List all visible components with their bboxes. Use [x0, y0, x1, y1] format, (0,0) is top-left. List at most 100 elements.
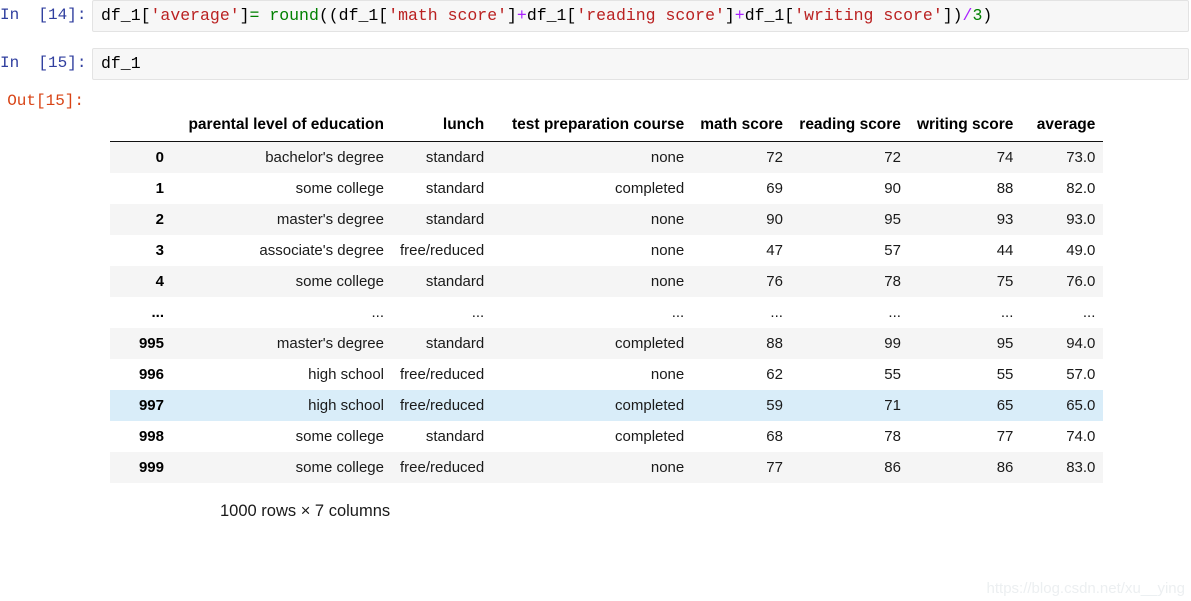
dataframe-shape-summary: 1000 rows × 7 columns [110, 483, 1191, 521]
table-cell: 90 [791, 173, 909, 204]
table-cell: 93 [909, 204, 1021, 235]
row-index-cell: 4 [110, 266, 172, 297]
column-header-reading-score: reading score [791, 116, 909, 142]
table-cell: ... [791, 297, 909, 328]
code-token: df_1[ [527, 6, 577, 25]
row-index-cell: ... [110, 297, 172, 328]
code-token: ) [982, 6, 992, 25]
table-cell: standard [392, 142, 492, 174]
table-cell: 68 [692, 421, 791, 452]
table-cell: 72 [791, 142, 909, 174]
code-token-string: 'writing score' [794, 6, 943, 25]
table-cell: some college [172, 173, 392, 204]
code-token-string: 'reading score' [576, 6, 725, 25]
table-row: 995master's degreestandardcompleted88999… [110, 328, 1103, 359]
table-cell: 71 [791, 390, 909, 421]
code-token-string: 'math score' [388, 6, 507, 25]
table-cell: completed [492, 328, 692, 359]
code-editor-14[interactable]: df_1['average']= round((df_1['math score… [92, 0, 1189, 32]
table-cell: standard [392, 173, 492, 204]
table-cell: 78 [791, 421, 909, 452]
table-row: 1some collegestandardcompleted69908882.0 [110, 173, 1103, 204]
table-cell: 69 [692, 173, 791, 204]
table-cell: none [492, 359, 692, 390]
table-cell: 88 [909, 173, 1021, 204]
table-cell: some college [172, 452, 392, 483]
code-line-15: df_1 [101, 54, 1180, 74]
table-row: 3associate's degreefree/reducednone47574… [110, 235, 1103, 266]
code-token: ] [507, 6, 517, 25]
table-cell: 74.0 [1021, 421, 1103, 452]
code-token: ] [240, 6, 250, 25]
table-row: 2master's degreestandardnone90959393.0 [110, 204, 1103, 235]
table-cell: ... [392, 297, 492, 328]
table-cell: 86 [909, 452, 1021, 483]
table-cell: 47 [692, 235, 791, 266]
code-token: df_1[ [101, 6, 151, 25]
table-cell: standard [392, 204, 492, 235]
code-editor-15[interactable]: df_1 [92, 48, 1189, 80]
table-cell: 99 [791, 328, 909, 359]
input-prompt-15: In [15]: [0, 48, 92, 78]
table-row: 996high schoolfree/reducednone62555557.0 [110, 359, 1103, 390]
table-cell: master's degree [172, 328, 392, 359]
row-index-cell: 998 [110, 421, 172, 452]
table-cell: ... [492, 297, 692, 328]
table-cell: 57.0 [1021, 359, 1103, 390]
watermark: https://blog.csdn.net/xu__ying [987, 580, 1185, 597]
code-token-operator: + [517, 6, 527, 25]
table-row: 0bachelor's degreestandardnone72727473.0 [110, 142, 1103, 174]
table-cell: 82.0 [1021, 173, 1103, 204]
table-cell: 65 [909, 390, 1021, 421]
table-cell: free/reduced [392, 359, 492, 390]
table-cell: completed [492, 173, 692, 204]
table-cell: standard [392, 266, 492, 297]
dataframe-container: parental level of education lunch test p… [92, 116, 1191, 521]
table-cell: standard [392, 328, 492, 359]
table-cell: 73.0 [1021, 142, 1103, 174]
table-cell: 86 [791, 452, 909, 483]
dataframe-table: parental level of education lunch test p… [110, 116, 1103, 483]
table-cell: ... [909, 297, 1021, 328]
table-cell: 90 [692, 204, 791, 235]
row-index-cell: 996 [110, 359, 172, 390]
code-token: ((df_1[ [319, 6, 388, 25]
table-row: 4some collegestandardnone76787576.0 [110, 266, 1103, 297]
code-token-number: 3 [972, 6, 982, 25]
table-cell: free/reduced [392, 235, 492, 266]
table-cell: none [492, 452, 692, 483]
table-cell: 76 [692, 266, 791, 297]
code-token-string: 'average' [151, 6, 240, 25]
table-cell: ... [692, 297, 791, 328]
table-cell: 49.0 [1021, 235, 1103, 266]
code-token: ]) [943, 6, 963, 25]
table-cell: high school [172, 359, 392, 390]
table-cell: 94.0 [1021, 328, 1103, 359]
table-cell: some college [172, 266, 392, 297]
code-cell-15[interactable]: In [15]: df_1 [0, 48, 1191, 80]
table-cell: free/reduced [392, 390, 492, 421]
table-cell: 62 [692, 359, 791, 390]
table-cell: 76.0 [1021, 266, 1103, 297]
table-cell: 83.0 [1021, 452, 1103, 483]
table-cell: 93.0 [1021, 204, 1103, 235]
code-cell-14[interactable]: In [14]: df_1['average']= round((df_1['m… [0, 0, 1191, 32]
code-token: df_1[ [745, 6, 795, 25]
table-cell: master's degree [172, 204, 392, 235]
column-header-parental-level-of-education: parental level of education [172, 116, 392, 142]
code-line-14: df_1['average']= round((df_1['math score… [101, 6, 1180, 26]
dataframe-header: parental level of education lunch test p… [110, 116, 1103, 142]
table-row: 999some collegefree/reducednone77868683.… [110, 452, 1103, 483]
table-cell: 95 [909, 328, 1021, 359]
row-index-cell: 3 [110, 235, 172, 266]
row-index-cell: 997 [110, 390, 172, 421]
table-cell: completed [492, 390, 692, 421]
code-token-operator: / [963, 6, 973, 25]
row-index-cell: 2 [110, 204, 172, 235]
table-cell: standard [392, 421, 492, 452]
table-cell: ... [1021, 297, 1103, 328]
column-header-index [110, 116, 172, 142]
table-cell: 57 [791, 235, 909, 266]
table-cell: 44 [909, 235, 1021, 266]
table-cell: 55 [909, 359, 1021, 390]
